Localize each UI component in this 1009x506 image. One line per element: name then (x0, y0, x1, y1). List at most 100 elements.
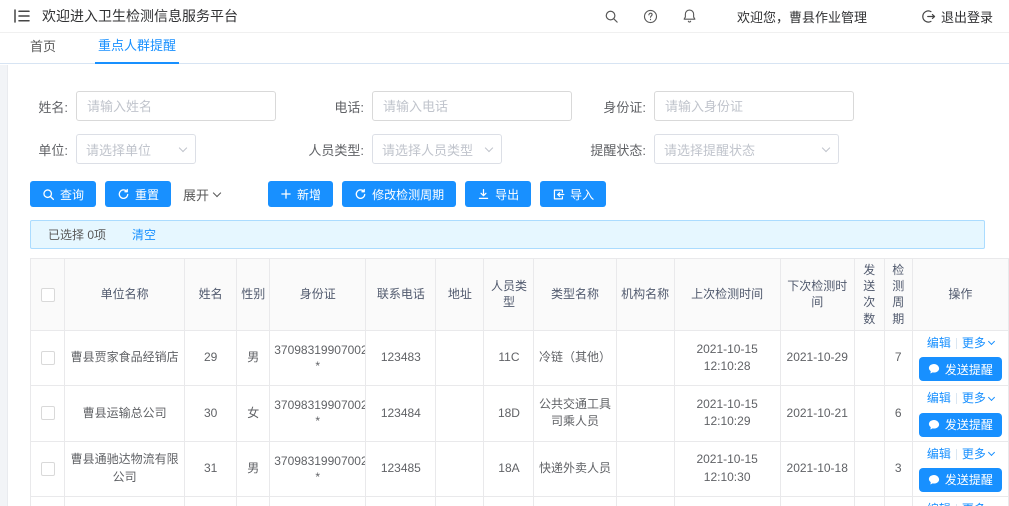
remind-status-select[interactable]: 请选择提醒状态 (654, 134, 839, 164)
cell-address (435, 440, 485, 497)
table-row: 曹县贾家食品经销店 29 男 370983199070021**** 12348… (29, 329, 1009, 387)
divider (955, 393, 957, 405)
cell-type-name: 公共交通工具司乘人员 (533, 385, 617, 442)
cell-phone: 123484 (365, 385, 437, 442)
tab-key-population-reminder[interactable]: 重点人群提醒 (95, 35, 180, 64)
welcome-user-text: 欢迎您，曹县作业管理 (736, 9, 867, 25)
divider (955, 448, 957, 460)
cell-last-check: 2021-10-15 12:10:29 (673, 385, 781, 442)
cell-person-type: 18D (483, 385, 535, 442)
message-icon (928, 474, 939, 485)
cell-name: 32 (184, 495, 238, 506)
cell-name: 31 (184, 440, 238, 497)
cell-phone: 123483 (365, 329, 437, 387)
tab-home[interactable]: 首页 (27, 36, 59, 63)
filter-person-type: 人员类型: 请选择人员类型 (296, 134, 578, 164)
id-card-input[interactable] (654, 91, 854, 121)
cell-send-count (853, 440, 885, 497)
cell-operations: 编辑 更多 发送提醒 (911, 495, 1009, 506)
bell-icon[interactable] (682, 8, 697, 24)
top-bar: 欢迎进入卫生检测信息服务平台 欢迎您，曹县作业管理 退出登录 (0, 0, 1009, 33)
phone-label: 电话: (334, 99, 364, 115)
col-phone: 联系电话 (365, 258, 437, 331)
export-button[interactable]: 导出 (465, 181, 532, 207)
collapse-menu-icon[interactable] (14, 9, 30, 23)
import-icon (553, 189, 565, 199)
query-button[interactable]: 查询 (30, 181, 97, 207)
cell-id-card: 370983199070021**** (269, 385, 367, 442)
refresh-icon (118, 188, 129, 199)
more-link[interactable]: 更多 (962, 335, 995, 352)
cell-operations: 编辑 更多 发送提醒 (911, 385, 1009, 442)
cell-address (435, 495, 485, 506)
cell-send-count (853, 495, 885, 506)
cell-person-type: 11C (483, 329, 535, 387)
modify-cycle-button[interactable]: 修改检测周期 (342, 181, 457, 207)
chevron-down-icon (987, 393, 995, 401)
cell-address (435, 385, 485, 442)
logout-button[interactable]: 退出登录 (897, 7, 993, 26)
chevron-down-icon (987, 338, 995, 346)
plus-icon (281, 189, 291, 199)
send-remind-button[interactable]: 发送提醒 (918, 357, 1002, 382)
cell-type-name: 快递外卖人员 (533, 495, 617, 506)
selected-count-text: 已选择 0项 (48, 228, 107, 242)
name-label: 姓名: (38, 99, 68, 115)
cell-id-card: 370983199070021**** (269, 329, 367, 387)
cell-org (615, 385, 675, 442)
col-check-cycle: 检测周期 (883, 258, 913, 331)
col-name: 姓名 (184, 258, 238, 331)
filter-remind-status: 提醒状态: 请选择提醒状态 (578, 134, 839, 164)
cell-unit: 曹县通驰达物流有限公司 (64, 440, 186, 497)
unit-select[interactable]: 请选择单位 (76, 134, 196, 164)
cell-type-name: 快递外卖人员 (533, 440, 617, 497)
chevron-down-icon (821, 143, 831, 152)
unit-label: 单位: (38, 142, 68, 158)
table-header-row: 单位名称 姓名 性别 身份证 联系电话 地址 人员类型 类型名称 机构名称 上次… (29, 258, 1009, 331)
edit-link[interactable]: 编辑 (927, 390, 951, 407)
send-remind-button[interactable]: 发送提醒 (918, 412, 1002, 437)
cell-phone: 123486 (365, 495, 437, 506)
message-icon (928, 364, 939, 374)
col-org-name: 机构名称 (615, 258, 675, 331)
cell-send-count (853, 385, 885, 442)
phone-input[interactable] (372, 91, 572, 121)
col-next-check-time: 下次检测时间 (779, 258, 855, 331)
selection-info-bar: 已选择 0项 清空 (30, 220, 985, 249)
name-input[interactable] (76, 91, 276, 121)
col-id-card: 身份证 (269, 258, 367, 331)
more-link[interactable]: 更多 (962, 446, 995, 463)
select-all-checkbox[interactable] (40, 288, 55, 303)
person-type-label: 人员类型: (308, 142, 364, 158)
row-checkbox[interactable] (40, 351, 55, 366)
col-unit-name: 单位名称 (64, 258, 186, 331)
more-link[interactable]: 更多 (962, 390, 995, 407)
person-type-select[interactable]: 请选择人员类型 (372, 134, 502, 164)
cell-cycle: 6 (883, 385, 913, 442)
edit-link[interactable]: 编辑 (927, 446, 951, 463)
reset-button[interactable]: 重置 (105, 181, 172, 207)
cell-gender: 女 (236, 385, 271, 442)
id-card-label: 身份证: (603, 99, 646, 115)
cell-org (615, 495, 675, 506)
add-button[interactable]: 新增 (268, 181, 334, 207)
more-link[interactable]: 更多 (962, 501, 995, 506)
cell-name: 30 (184, 385, 238, 442)
expand-link[interactable]: 展开 (183, 185, 222, 204)
cell-gender: 男 (236, 440, 271, 497)
cell-address (435, 329, 485, 387)
chevron-down-icon (484, 143, 494, 152)
import-button[interactable]: 导入 (540, 181, 607, 207)
help-icon[interactable] (643, 9, 658, 24)
chevron-down-icon (178, 143, 188, 152)
edit-link[interactable]: 编辑 (927, 335, 951, 352)
search-icon[interactable] (604, 9, 619, 24)
clear-selection-link[interactable]: 清空 (132, 226, 156, 243)
row-checkbox[interactable] (40, 461, 55, 476)
magnifier-icon (43, 188, 55, 200)
action-toolbar: 查询 重置 展开 新增 修改检测周期 导出 导入 (30, 181, 1009, 207)
col-operations: 操作 (911, 258, 1009, 331)
edit-link[interactable]: 编辑 (927, 501, 951, 506)
send-remind-button[interactable]: 发送提醒 (918, 467, 1002, 492)
row-checkbox[interactable] (40, 406, 55, 421)
